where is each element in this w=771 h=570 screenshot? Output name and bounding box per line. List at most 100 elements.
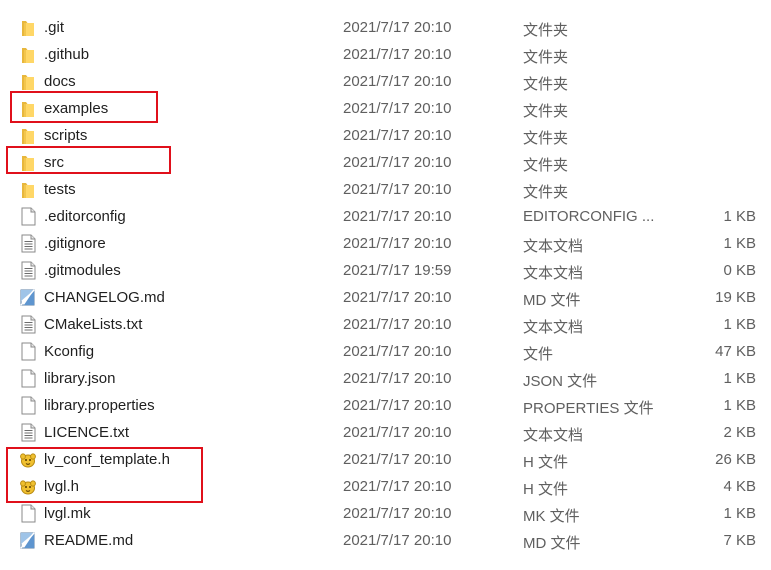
file-type: 文本文档: [523, 427, 584, 444]
file-row[interactable]: .editorconfig 2021/7/17 20:10 EDITORCONFIG…: [0, 203, 771, 230]
file-row[interactable]: docs 2021/7/17 20:10 文件夹: [0, 68, 771, 95]
file-date-modified: 2021/7/17 20:10: [343, 46, 452, 63]
file-date-modified: 2021/7/17 20:10: [343, 127, 452, 144]
file-type: MK 文件: [523, 508, 580, 525]
file-date-modified: 2021/7/17 20:10: [343, 397, 452, 414]
file-name: library.json: [44, 370, 116, 387]
file-row[interactable]: lvgl.h 2021/7/17 20:10 H 文件 4 KB: [0, 473, 771, 500]
file-size: 1 KB: [723, 208, 756, 225]
file-name: .editorconfig: [44, 208, 126, 225]
file-type: 文件夹: [523, 103, 569, 120]
file-type: EDITORCONFIG ...: [523, 208, 655, 225]
file-name: lvgl.mk: [44, 505, 91, 522]
file-row[interactable]: LICENCE.txt 2021/7/17 20:10 文本文档 2 KB: [0, 419, 771, 446]
file-type: PROPERTIES 文件: [523, 400, 654, 417]
file-type: 文件夹: [523, 130, 569, 147]
file-type: 文件夹: [523, 76, 569, 93]
file-row[interactable]: README.md 2021/7/17 20:10 MD 文件 7 KB: [0, 527, 771, 554]
blank-file-icon: [18, 504, 38, 523]
file-row[interactable]: CMakeLists.txt 2021/7/17 20:10 文本文档 1 KB: [0, 311, 771, 338]
header-file-icon: [18, 477, 38, 496]
file-size: 1 KB: [723, 505, 756, 522]
file-row[interactable]: src 2021/7/17 20:10 文件夹: [0, 149, 771, 176]
file-name: CMakeLists.txt: [44, 316, 143, 333]
file-type: 文件夹: [523, 22, 569, 39]
file-row[interactable]: lvgl.mk 2021/7/17 20:10 MK 文件 1 KB: [0, 500, 771, 527]
file-date-modified: 2021/7/17 20:10: [343, 451, 452, 468]
file-type: 文本文档: [523, 238, 584, 255]
file-date-modified: 2021/7/17 20:10: [343, 181, 452, 198]
blank-file-icon: [18, 369, 38, 388]
file-size: 1 KB: [723, 235, 756, 252]
file-row[interactable]: CHANGELOG.md 2021/7/17 20:10 MD 文件 19 KB: [0, 284, 771, 311]
file-row[interactable]: library.properties 2021/7/17 20:10 PROPERT…: [0, 392, 771, 419]
file-date-modified: 2021/7/17 20:10: [343, 208, 452, 225]
file-size: 4 KB: [723, 478, 756, 495]
text-file-icon: [18, 315, 38, 334]
file-type: MD 文件: [523, 535, 581, 552]
file-date-modified: 2021/7/17 20:10: [343, 19, 452, 36]
file-date-modified: 2021/7/17 20:10: [343, 100, 452, 117]
file-type: 文件夹: [523, 49, 569, 66]
folder-icon: [18, 153, 38, 172]
file-date-modified: 2021/7/17 20:10: [343, 478, 452, 495]
file-name: .git: [44, 19, 65, 36]
file-row[interactable]: library.json 2021/7/17 20:10 JSON 文件 1 KB: [0, 365, 771, 392]
text-file-icon: [18, 234, 38, 253]
file-type: H 文件: [523, 454, 569, 471]
file-name: library.properties: [44, 397, 155, 414]
file-name: docs: [44, 73, 76, 90]
file-name: examples: [44, 100, 109, 117]
file-name: .gitmodules: [44, 262, 121, 279]
file-type: MD 文件: [523, 292, 581, 309]
file-size: 1 KB: [723, 316, 756, 333]
file-size: 47 KB: [715, 343, 756, 360]
file-size: 0 KB: [723, 262, 756, 279]
file-name: tests: [44, 181, 76, 198]
file-name: CHANGELOG.md: [44, 289, 165, 306]
file-size: 1 KB: [723, 370, 756, 387]
file-size: 26 KB: [715, 451, 756, 468]
file-name: src: [44, 154, 64, 171]
text-file-icon: [18, 423, 38, 442]
file-date-modified: 2021/7/17 20:10: [343, 154, 452, 171]
file-name: lvgl.h: [44, 478, 80, 495]
text-file-icon: [18, 261, 38, 280]
file-type: 文件夹: [523, 184, 569, 201]
file-name: README.md: [44, 532, 134, 549]
file-list: .git 2021/7/17 20:10 文件夹 .github 2021/7/17 2…: [0, 14, 771, 554]
file-row[interactable]: .git 2021/7/17 20:10 文件夹: [0, 14, 771, 41]
file-name: LICENCE.txt: [44, 424, 130, 441]
file-row[interactable]: examples 2021/7/17 20:10 文件夹: [0, 95, 771, 122]
blank-file-icon: [18, 396, 38, 415]
header-file-icon: [18, 450, 38, 469]
file-row[interactable]: scripts 2021/7/17 20:10 文件夹: [0, 122, 771, 149]
file-row[interactable]: .github 2021/7/17 20:10 文件夹: [0, 41, 771, 68]
file-name: scripts: [44, 127, 88, 144]
file-date-modified: 2021/7/17 20:10: [343, 505, 452, 522]
file-size: 1 KB: [723, 397, 756, 414]
file-name: lv_conf_template.h: [44, 451, 170, 468]
file-row[interactable]: Kconfig 2021/7/17 20:10 文件 47 KB: [0, 338, 771, 365]
file-date-modified: 2021/7/17 20:10: [343, 316, 452, 333]
file-size: 2 KB: [723, 424, 756, 441]
folder-icon: [18, 45, 38, 64]
file-date-modified: 2021/7/17 20:10: [343, 289, 452, 306]
file-row[interactable]: tests 2021/7/17 20:10 文件夹: [0, 176, 771, 203]
file-date-modified: 2021/7/17 20:10: [343, 235, 452, 252]
file-type: 文本文档: [523, 319, 584, 336]
file-type: 文件: [523, 346, 554, 363]
folder-icon: [18, 126, 38, 145]
file-date-modified: 2021/7/17 20:10: [343, 73, 452, 90]
file-row[interactable]: .gitignore 2021/7/17 20:10 文本文档 1 KB: [0, 230, 771, 257]
file-type: JSON 文件: [523, 373, 598, 390]
file-row[interactable]: .gitmodules 2021/7/17 19:59 文本文档 0 KB: [0, 257, 771, 284]
markdown-file-icon: [18, 531, 38, 550]
folder-icon: [18, 18, 38, 37]
file-date-modified: 2021/7/17 20:10: [343, 343, 452, 360]
markdown-file-icon: [18, 288, 38, 307]
file-date-modified: 2021/7/17 20:10: [343, 424, 452, 441]
file-name: Kconfig: [44, 343, 95, 360]
file-type: H 文件: [523, 481, 569, 498]
file-row[interactable]: lv_conf_template.h 2021/7/17 20:10 H 文件 26 …: [0, 446, 771, 473]
